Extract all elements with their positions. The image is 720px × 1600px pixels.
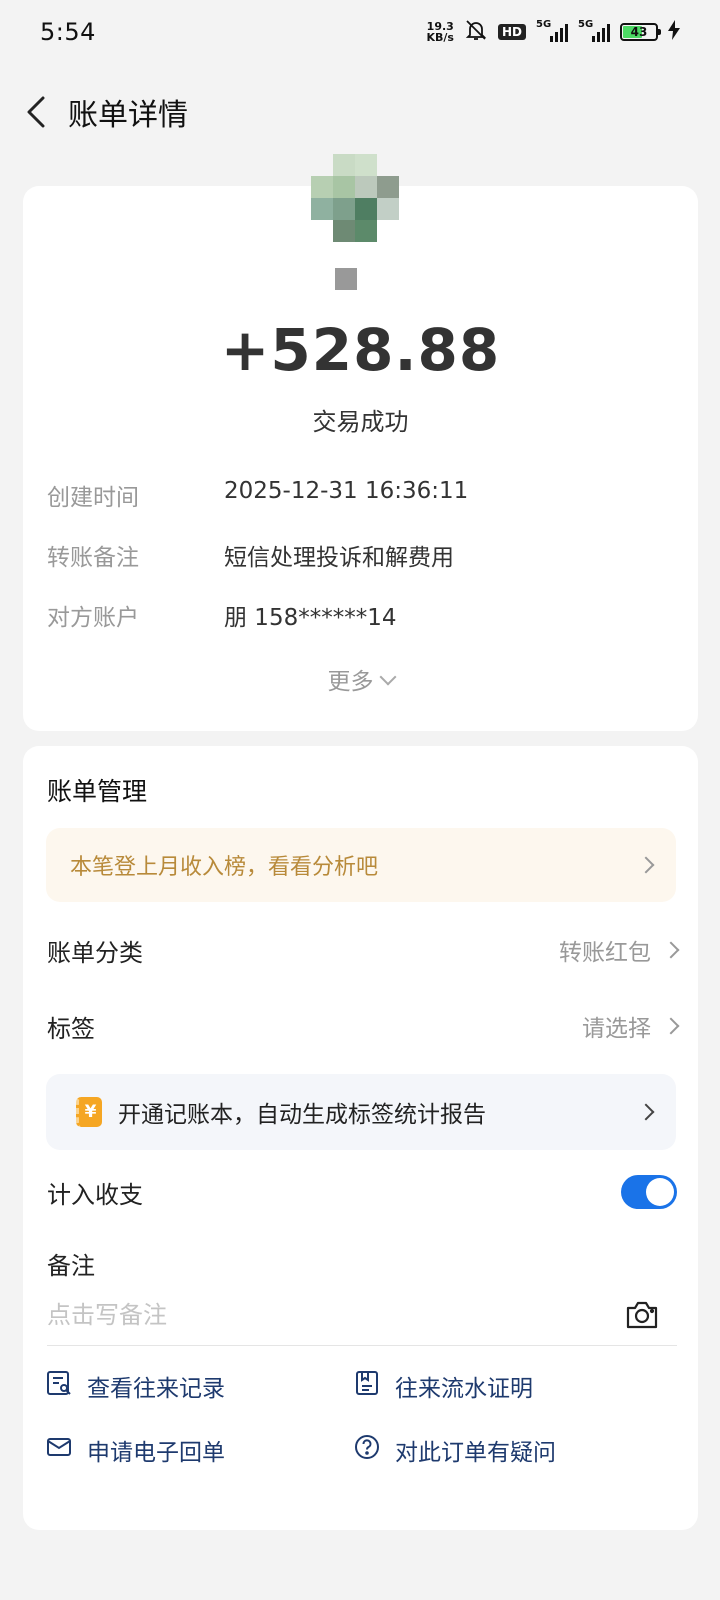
- mail-icon: [45, 1433, 73, 1467]
- tag-value: 请选择: [582, 1016, 651, 1042]
- include-in-stats-row: 计入收支: [47, 1164, 677, 1220]
- e-receipt-button[interactable]: 申请电子回单: [45, 1433, 225, 1467]
- avatar[interactable]: [311, 154, 421, 264]
- action-label: 对此订单有疑问: [395, 1440, 556, 1466]
- status-icons: 19.3 KB/s HD 5G 5G 43: [427, 18, 680, 46]
- transaction-amount: +528.88: [220, 316, 501, 384]
- bill-category-row[interactable]: 账单分类 转账红包: [47, 922, 680, 978]
- charging-icon: [668, 20, 680, 44]
- detail-label: 创建时间: [47, 485, 139, 511]
- remark-label: 备注: [47, 1252, 95, 1280]
- detail-value: 短信处理投诉和解费用: [224, 545, 454, 571]
- category-value: 转账红包: [559, 940, 651, 966]
- action-label: 往来流水证明: [395, 1376, 533, 1402]
- notebook-text: 开通记账本，自动生成标签统计报告: [118, 1102, 486, 1128]
- status-time: 5:54: [40, 18, 96, 46]
- battery-icon: 43: [620, 23, 661, 41]
- hd-badge: HD: [497, 24, 526, 40]
- chevron-right-icon: [637, 1103, 655, 1121]
- include-in-stats-toggle[interactable]: [621, 1175, 677, 1209]
- detail-row-counterparty: 对方账户 朋 158******14: [47, 598, 396, 632]
- section-title: 账单管理: [47, 777, 148, 806]
- action-label: 查看往来记录: [87, 1376, 225, 1402]
- payer-name-masked: [335, 268, 357, 290]
- remark-input[interactable]: [47, 1284, 677, 1346]
- detail-value: 朋 158******14: [224, 605, 397, 631]
- tag-label: 标签: [47, 1014, 95, 1043]
- status-bar: 5:54 19.3 KB/s HD 5G 5G 43: [0, 0, 720, 64]
- income-rank-banner[interactable]: 本笔登上月收入榜，看看分析吧: [46, 828, 676, 902]
- page-title: 账单详情: [68, 98, 188, 133]
- chevron-right-icon: [662, 1017, 680, 1035]
- detail-value: 2025-12-31 16:36:11: [224, 478, 469, 504]
- detail-row-transfer-note: 转账备注 短信处理投诉和解费用: [47, 538, 454, 572]
- mute-bell-icon: [464, 18, 488, 46]
- detail-label: 对方账户: [47, 605, 139, 631]
- battery-percent: 43: [630, 25, 648, 39]
- chevron-right-icon: [662, 941, 680, 959]
- action-label: 申请电子回单: [87, 1440, 225, 1466]
- view-records-button[interactable]: 查看往来记录: [45, 1369, 225, 1403]
- net-speed-unit: KB/s: [426, 31, 454, 44]
- signal-1-icon: 5G: [536, 19, 568, 42]
- open-notebook-banner[interactable]: ¥ 开通记账本，自动生成标签统计报告: [46, 1074, 676, 1150]
- camera-icon[interactable]: [625, 1300, 659, 1330]
- more-button[interactable]: 更多: [23, 662, 698, 696]
- chevron-right-icon: [637, 856, 655, 874]
- order-question-button[interactable]: 对此订单有疑问: [353, 1433, 556, 1467]
- include-label: 计入收支: [47, 1180, 143, 1209]
- detail-row-created-time: 创建时间 2025-12-31 16:36:11: [47, 478, 468, 512]
- chevron-down-icon: [379, 668, 396, 686]
- signal-2-icon: 5G: [578, 19, 610, 42]
- question-icon: [353, 1433, 381, 1467]
- more-label: 更多: [327, 669, 374, 695]
- signal-1-label: 5G: [536, 19, 552, 30]
- transaction-summary-card: +528.88 交易成功 创建时间 2025-12-31 16:36:11 转账…: [23, 154, 698, 731]
- promo-text: 本笔登上月收入榜，看看分析吧: [70, 855, 379, 880]
- signal-2-label: 5G: [578, 19, 594, 30]
- tag-row[interactable]: 标签 请选择: [47, 998, 680, 1054]
- category-label: 账单分类: [47, 938, 143, 967]
- transaction-status: 交易成功: [312, 408, 409, 436]
- back-icon[interactable]: [22, 92, 50, 132]
- net-speed: 19.3 KB/s: [427, 21, 454, 43]
- detail-label: 转账备注: [47, 545, 139, 571]
- record-search-icon: [45, 1369, 73, 1403]
- header: 账单详情: [0, 64, 720, 160]
- statement-proof-button[interactable]: 往来流水证明: [353, 1369, 533, 1403]
- statement-icon: [353, 1369, 381, 1403]
- ticket-yen-icon: ¥: [76, 1097, 102, 1127]
- bill-management-card: 账单管理 本笔登上月收入榜，看看分析吧 账单分类 转账红包 标签 请选择 ¥ 开…: [23, 746, 698, 1530]
